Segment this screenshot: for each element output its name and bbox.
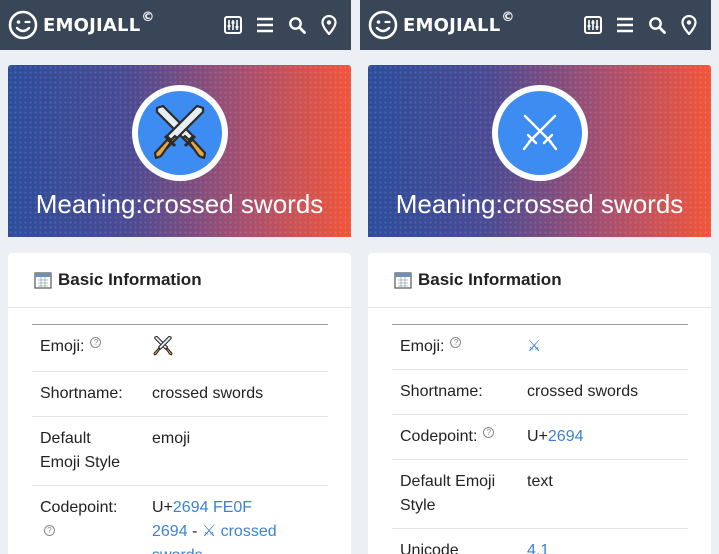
table-row-default-style: Default Emoji Style emoji	[32, 417, 328, 486]
emoji-label: Emoji:	[40, 338, 85, 355]
codepoint-label: Codepoint:	[400, 428, 478, 445]
top-navbar: EMOJIALL ©	[360, 0, 711, 50]
help-icon[interactable]: ?	[483, 427, 495, 438]
codepoint-prefix: U+	[527, 428, 548, 445]
unicode-label: Unicode	[400, 542, 459, 554]
shortname-value: crossed swords	[152, 385, 264, 402]
brand-copyright-mark: ©	[501, 9, 515, 25]
help-icon[interactable]: ?	[450, 337, 462, 348]
crossed-swords-link-text: crossed	[216, 523, 277, 540]
table-row-shortname: Shortname: crossed swords	[32, 372, 328, 417]
basic-info-card: Basic Information Emoji:? ⚔ Shortname: c…	[368, 253, 711, 554]
card-title: Basic Information	[58, 270, 202, 289]
top-navbar: EMOJIALL ©	[0, 0, 351, 50]
table-row-unicode: Unicode 4.1	[392, 529, 688, 554]
crossed-swords-glyph: ⚔	[201, 523, 217, 540]
menu-icon[interactable]	[255, 15, 275, 35]
card-title: Basic Information	[418, 270, 562, 289]
shortname-label: Shortname:	[400, 383, 483, 400]
table-row-codepoint: Codepoint:? U+2694 FE0F 2694 - ⚔ crossed…	[32, 486, 328, 554]
default-style-label-line1: Default Emoji	[400, 473, 496, 490]
table-row-emoji: Emoji:? ⚔	[392, 325, 688, 370]
unicode-version-link[interactable]: 4.1	[527, 542, 549, 554]
right-page-panel: EMOJIALL © Meaning:crossed swords Basic …	[360, 0, 711, 554]
table-row-codepoint: Codepoint:? U+2694	[392, 415, 688, 460]
codepoint-separator: -	[187, 523, 202, 540]
emoji-badge	[132, 85, 228, 181]
crossed-swords-text-icon	[522, 114, 558, 151]
basic-info-card: Basic Information Emoji:? Shortname: cro…	[8, 253, 351, 554]
smiley-logo-icon	[368, 10, 398, 40]
default-style-value: emoji	[152, 430, 191, 447]
hero-banner: Meaning:crossed swords	[368, 65, 711, 237]
smiley-logo-icon	[8, 10, 38, 40]
crossed-swords-color-icon	[153, 104, 207, 160]
left-page-panel: EMOJIALL © Meaning:crossed swords Basic …	[0, 0, 351, 554]
site-logo[interactable]: EMOJIALL ©	[368, 10, 514, 40]
info-table: Emoji:? Shortname: crossed swords Defaul…	[32, 324, 328, 554]
table-row-default-style: Default Emoji Style text	[392, 460, 688, 529]
emoji-value-link[interactable]: ⚔	[527, 338, 541, 355]
info-table: Emoji:? ⚔ Shortname: crossed swords Code…	[392, 324, 688, 554]
search-icon[interactable]	[647, 15, 667, 35]
shortname-value: crossed swords	[527, 383, 639, 400]
location-pin-icon[interactable]	[319, 15, 339, 35]
crossed-swords-link-text-line2[interactable]: swords	[152, 547, 203, 554]
menu-icon[interactable]	[615, 15, 635, 35]
help-icon[interactable]: ?	[44, 525, 55, 536]
search-icon[interactable]	[287, 15, 307, 35]
calendar-icon	[34, 272, 52, 289]
page-title: Meaning:crossed swords	[35, 189, 324, 219]
page-title: Meaning:crossed swords	[395, 189, 684, 219]
codepoint-prefix: U+	[152, 499, 173, 516]
site-logo[interactable]: EMOJIALL ©	[8, 10, 154, 40]
crossed-swords-text-link[interactable]: ⚔ crossed	[202, 523, 277, 540]
default-style-label-line1: Default	[40, 430, 91, 447]
shortname-label: Shortname:	[40, 385, 123, 402]
hero-banner: Meaning:crossed swords	[8, 65, 351, 237]
brand-copyright-mark: ©	[141, 9, 155, 25]
table-row-shortname: Shortname: crossed swords	[392, 370, 688, 415]
emoji-label: Emoji:	[400, 338, 445, 355]
brand-name: EMOJIALL	[403, 14, 501, 36]
codepoint-link[interactable]: 2694	[548, 428, 584, 445]
help-icon[interactable]: ?	[90, 337, 102, 348]
brand-name: EMOJIALL	[43, 14, 141, 36]
location-pin-icon[interactable]	[679, 15, 699, 35]
crossed-swords-small-icon	[153, 335, 173, 356]
default-style-label-line2: Style	[400, 497, 436, 514]
calendar-icon	[394, 272, 412, 289]
codepoint-link[interactable]: 2694 FE0F	[173, 499, 252, 516]
default-style-label-line2: Emoji Style	[40, 454, 121, 471]
emoji-badge	[492, 85, 588, 181]
settings-sliders-icon[interactable]	[223, 15, 243, 35]
settings-sliders-icon[interactable]	[583, 15, 603, 35]
default-style-value: text	[527, 473, 553, 490]
codepoint-2694-link[interactable]: 2694	[152, 523, 188, 540]
table-row-emoji: Emoji:?	[32, 325, 328, 372]
codepoint-label: Codepoint:	[40, 499, 118, 516]
